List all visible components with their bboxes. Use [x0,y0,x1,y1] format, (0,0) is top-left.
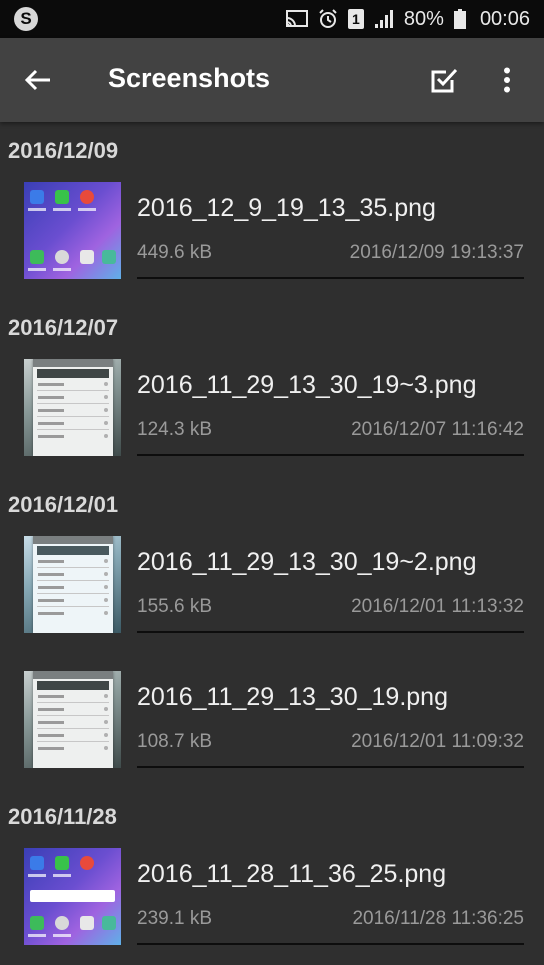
select-all-checkbox-icon [431,68,458,93]
thumbnail [24,182,121,279]
clock: 00:06 [479,7,530,30]
file-size: 108.7 kB [137,731,212,752]
file-date: 2016/12/01 11:09:32 [351,731,524,752]
divider [137,454,524,456]
file-size: 155.6 kB [137,596,212,617]
file-name: 2016_11_28_11_36_25.png [137,860,447,888]
battery-percent: 80% [403,7,444,30]
file-name: 2016_11_29_13_30_19~3.png [137,371,477,399]
file-date: 2016/12/07 11:16:42 [351,419,524,440]
file-size: 239.1 kB [137,908,212,929]
divider [137,943,524,945]
alarm-icon [318,9,338,29]
divider [137,631,524,633]
file-size: 124.3 kB [137,419,212,440]
back-button[interactable] [18,60,58,100]
divider [137,277,524,279]
page-title: Screenshots [108,63,271,93]
thumbnail [24,359,121,456]
sim-1-icon: 1 [347,9,364,29]
date-header: 2016/12/09 [8,138,119,163]
list-item[interactable]: 2016_11_29_13_30_19~3.png 124.3 kB 2016/… [0,341,544,476]
cast-icon [285,10,308,28]
app-bar: Screenshots [0,38,544,122]
screenshot-list: 2016/12/09 2016_12_9_19_13_35.png 449.6 … [0,122,544,965]
thumbnail [24,671,121,768]
list-item[interactable]: 2016_11_28_11_36_25.png 239.1 kB 2016/11… [0,830,544,965]
signal-icon [374,9,394,29]
file-name: 2016_11_29_13_30_19.png [137,683,448,711]
battery-icon [453,9,466,29]
more-vert-icon [504,67,510,93]
file-date: 2016/12/09 19:13:37 [349,242,524,263]
more-options-button[interactable] [490,60,524,100]
list-item[interactable]: 2016_11_29_13_30_19.png 108.7 kB 2016/12… [0,653,544,788]
status-bar: S 1 80% 00:06 [0,0,544,38]
divider [137,766,524,768]
date-header: 2016/11/28 [8,804,117,829]
file-name: 2016_12_9_19_13_35.png [137,194,436,222]
file-name: 2016_11_29_13_30_19~2.png [137,548,477,576]
back-arrow-icon [25,69,50,91]
thumbnail [24,536,121,633]
file-size: 449.6 kB [137,242,212,263]
list-item[interactable]: 2016_12_9_19_13_35.png 449.6 kB 2016/12/… [0,164,544,299]
file-date: 2016/11/28 11:36:25 [352,908,524,929]
file-date: 2016/12/01 11:13:32 [351,596,524,617]
google-search-bar [30,890,115,902]
select-all-button[interactable] [424,60,464,100]
thumbnail [24,848,121,945]
date-header: 2016/12/07 [8,315,119,340]
skype-icon: S [14,7,38,31]
list-item[interactable]: 2016_11_29_13_30_19~2.png 155.6 kB 2016/… [0,518,544,653]
date-header: 2016/12/01 [8,492,119,517]
